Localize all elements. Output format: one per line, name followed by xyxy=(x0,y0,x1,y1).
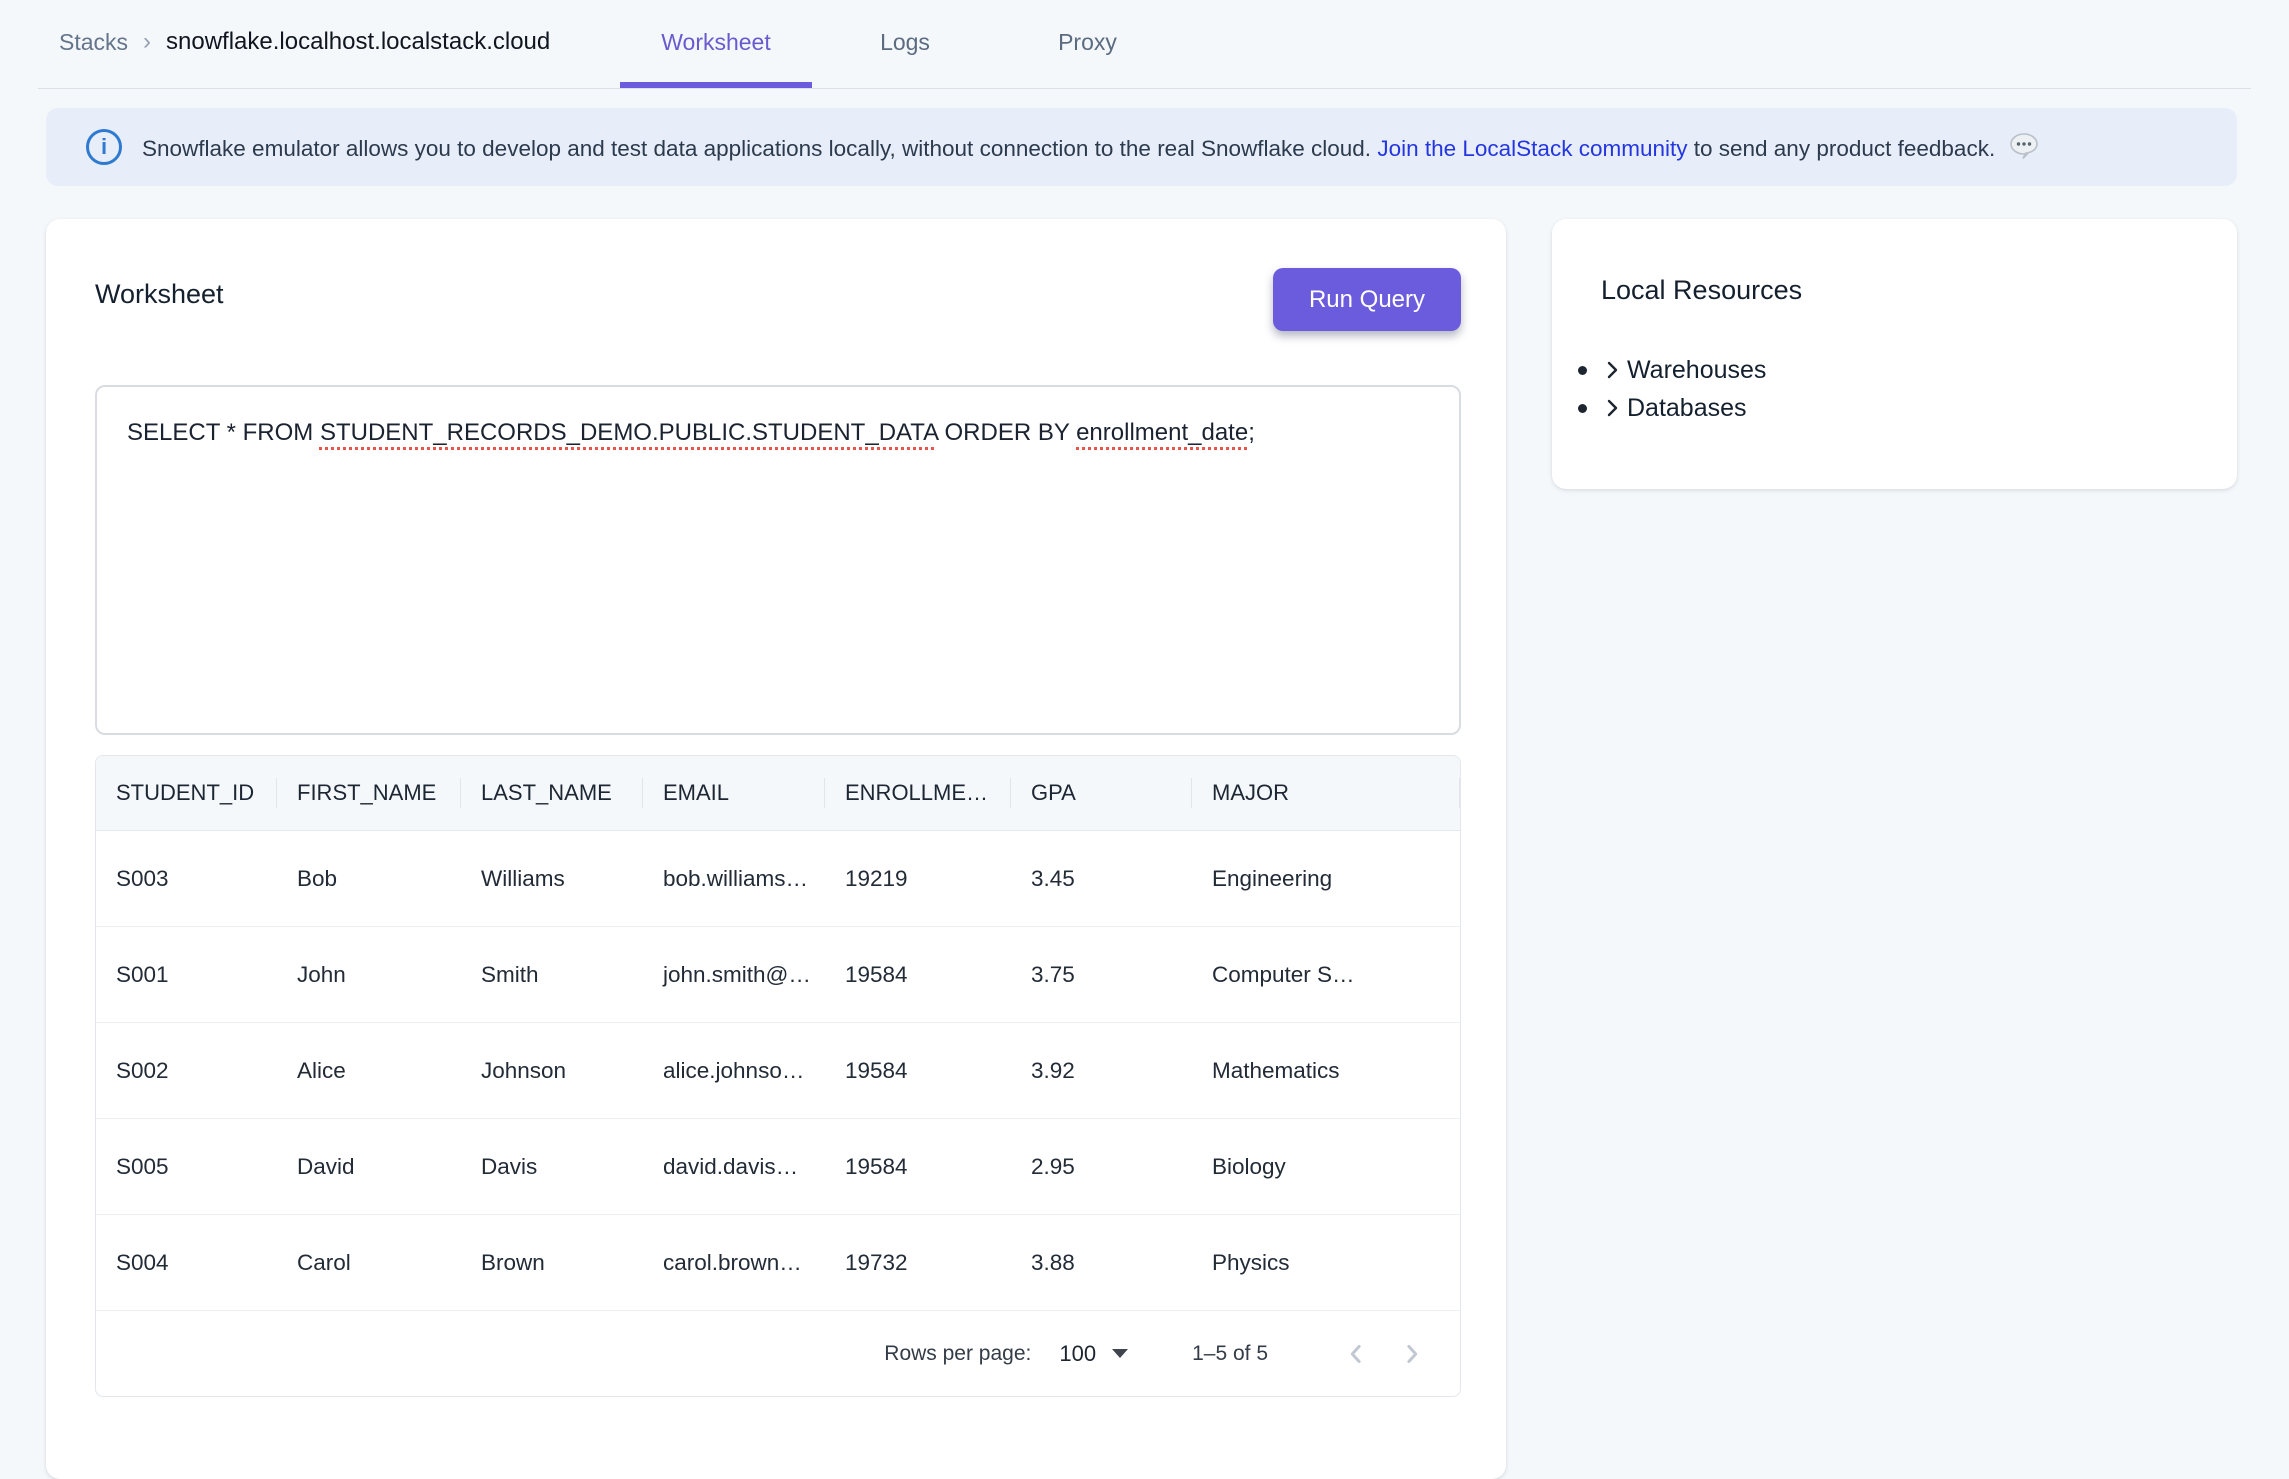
table-cell: 3.75 xyxy=(1011,927,1192,1022)
chevron-left-icon xyxy=(1341,1339,1371,1369)
table-cell: alice.johnso… xyxy=(643,1023,825,1118)
top-nav: Stacks › snowflake.localhost.localstack.… xyxy=(0,0,2289,89)
table-row[interactable]: S003 Bob Williams bob.williams… 19219 3.… xyxy=(96,831,1460,927)
table-body: S003 Bob Williams bob.williams… 19219 3.… xyxy=(96,831,1460,1311)
column-header-enrollment[interactable]: ENROLLME… xyxy=(825,756,1011,830)
info-banner: i Snowflake emulator allows you to devel… xyxy=(46,108,2237,186)
pagination-bar: Rows per page: 100 1–5 of 5 xyxy=(96,1311,1460,1396)
table-cell: S004 xyxy=(96,1215,277,1310)
sql-table-identifier: STUDENT_RECORDS_DEMO.PUBLIC.STUDENT_DATA xyxy=(320,419,938,446)
tab-logs[interactable]: Logs xyxy=(845,0,965,84)
sql-text-suffix: ; xyxy=(1248,419,1255,446)
table-cell: 19584 xyxy=(825,927,1011,1022)
table-row[interactable]: S002 Alice Johnson alice.johnso… 19584 3… xyxy=(96,1023,1460,1119)
table-cell: Engineering xyxy=(1192,831,1460,926)
bullet-icon xyxy=(1578,366,1587,375)
table-cell: john.smith@… xyxy=(643,927,825,1022)
table-cell: Mathematics xyxy=(1192,1023,1460,1118)
rows-per-page-label: Rows per page: xyxy=(884,1342,1031,1366)
table-row[interactable]: S001 John Smith john.smith@… 19584 3.75 … xyxy=(96,927,1460,1023)
tree-item-warehouses[interactable]: Warehouses xyxy=(1578,351,1766,389)
resource-tree: Warehouses Databases xyxy=(1578,351,1766,427)
table-cell: S005 xyxy=(96,1119,277,1214)
chevron-right-icon xyxy=(1600,358,1624,382)
bullet-icon xyxy=(1578,404,1587,413)
dropdown-caret-icon xyxy=(1112,1349,1128,1358)
sql-query-editor[interactable]: SELECT * FROM STUDENT_RECORDS_DEMO.PUBLI… xyxy=(95,385,1461,735)
column-header-gpa[interactable]: GPA xyxy=(1011,756,1192,830)
column-header-last-name[interactable]: LAST_NAME xyxy=(461,756,643,830)
table-cell: 19584 xyxy=(825,1119,1011,1214)
results-header-row: STUDENT_ID FIRST_NAME LAST_NAME EMAIL EN… xyxy=(96,756,1460,831)
column-header-student-id[interactable]: STUDENT_ID xyxy=(96,756,277,830)
sql-order-column: enrollment_date xyxy=(1076,419,1248,446)
table-cell: Johnson xyxy=(461,1023,643,1118)
table-cell: John xyxy=(277,927,461,1022)
active-tab-indicator xyxy=(620,82,812,89)
table-cell: David xyxy=(277,1119,461,1214)
table-cell: 3.45 xyxy=(1011,831,1192,926)
table-cell: Computer S… xyxy=(1192,927,1460,1022)
table-cell: 2.95 xyxy=(1011,1119,1192,1214)
table-cell: bob.williams… xyxy=(643,831,825,926)
table-cell: Biology xyxy=(1192,1119,1460,1214)
table-cell: Alice xyxy=(277,1023,461,1118)
table-cell: Williams xyxy=(461,831,643,926)
tab-worksheet[interactable]: Worksheet xyxy=(620,0,812,84)
column-header-email[interactable]: EMAIL xyxy=(643,756,825,830)
sql-text-middle: ORDER BY xyxy=(938,419,1076,446)
table-row[interactable]: S004 Carol Brown carol.brown… 19732 3.88… xyxy=(96,1215,1460,1311)
table-cell: Bob xyxy=(277,831,461,926)
table-cell: david.davis… xyxy=(643,1119,825,1214)
banner-text: Snowflake emulator allows you to develop… xyxy=(142,132,2039,162)
table-cell: 19584 xyxy=(825,1023,1011,1118)
speech-balloon-icon xyxy=(2009,132,2039,160)
run-query-button[interactable]: Run Query xyxy=(1273,268,1461,331)
tree-item-databases[interactable]: Databases xyxy=(1578,389,1766,427)
breadcrumb: Stacks › snowflake.localhost.localstack.… xyxy=(59,0,550,84)
breadcrumb-separator-icon: › xyxy=(143,28,151,56)
table-cell: Brown xyxy=(461,1215,643,1310)
results-grid: STUDENT_ID FIRST_NAME LAST_NAME EMAIL EN… xyxy=(95,755,1461,1397)
chevron-right-icon xyxy=(1397,1339,1427,1369)
breadcrumb-stacks-link[interactable]: Stacks xyxy=(59,29,128,56)
rows-per-page-value: 100 xyxy=(1059,1341,1096,1367)
table-cell: S001 xyxy=(96,927,277,1022)
table-cell: Smith xyxy=(461,927,643,1022)
local-resources-title: Local Resources xyxy=(1601,275,1802,306)
table-row[interactable]: S005 David Davis david.davis… 19584 2.95… xyxy=(96,1119,1460,1215)
tab-proxy[interactable]: Proxy xyxy=(1025,0,1150,84)
table-cell: Davis xyxy=(461,1119,643,1214)
table-cell: carol.brown… xyxy=(643,1215,825,1310)
info-icon: i xyxy=(86,129,122,165)
table-cell: S003 xyxy=(96,831,277,926)
banner-text-before: Snowflake emulator allows you to develop… xyxy=(142,136,1377,161)
worksheet-title: Worksheet xyxy=(95,279,224,310)
previous-page-button[interactable] xyxy=(1334,1332,1378,1376)
next-page-button[interactable] xyxy=(1390,1332,1434,1376)
table-cell: Physics xyxy=(1192,1215,1460,1310)
banner-text-after: to send any product feedback. xyxy=(1687,136,1995,161)
pagination-range: 1–5 of 5 xyxy=(1192,1342,1268,1366)
tree-item-label: Databases xyxy=(1627,394,1747,423)
table-cell: S002 xyxy=(96,1023,277,1118)
worksheet-panel: Worksheet Run Query SELECT * FROM STUDEN… xyxy=(46,219,1506,1479)
chevron-right-icon xyxy=(1600,396,1624,420)
table-cell: 19732 xyxy=(825,1215,1011,1310)
breadcrumb-current-stack: snowflake.localhost.localstack.cloud xyxy=(166,28,550,56)
table-cell: Carol xyxy=(277,1215,461,1310)
sql-text-prefix: SELECT * FROM xyxy=(127,419,320,446)
table-cell: 3.92 xyxy=(1011,1023,1192,1118)
join-community-link[interactable]: Join the LocalStack community xyxy=(1377,136,1687,161)
tree-item-label: Warehouses xyxy=(1627,356,1766,385)
table-cell: 19219 xyxy=(825,831,1011,926)
local-resources-panel: Local Resources Warehouses Databases xyxy=(1552,219,2237,489)
column-header-major[interactable]: MAJOR xyxy=(1192,756,1460,830)
table-cell: 3.88 xyxy=(1011,1215,1192,1310)
rows-per-page-select[interactable]: 100 xyxy=(1059,1341,1128,1367)
column-header-first-name[interactable]: FIRST_NAME xyxy=(277,756,461,830)
